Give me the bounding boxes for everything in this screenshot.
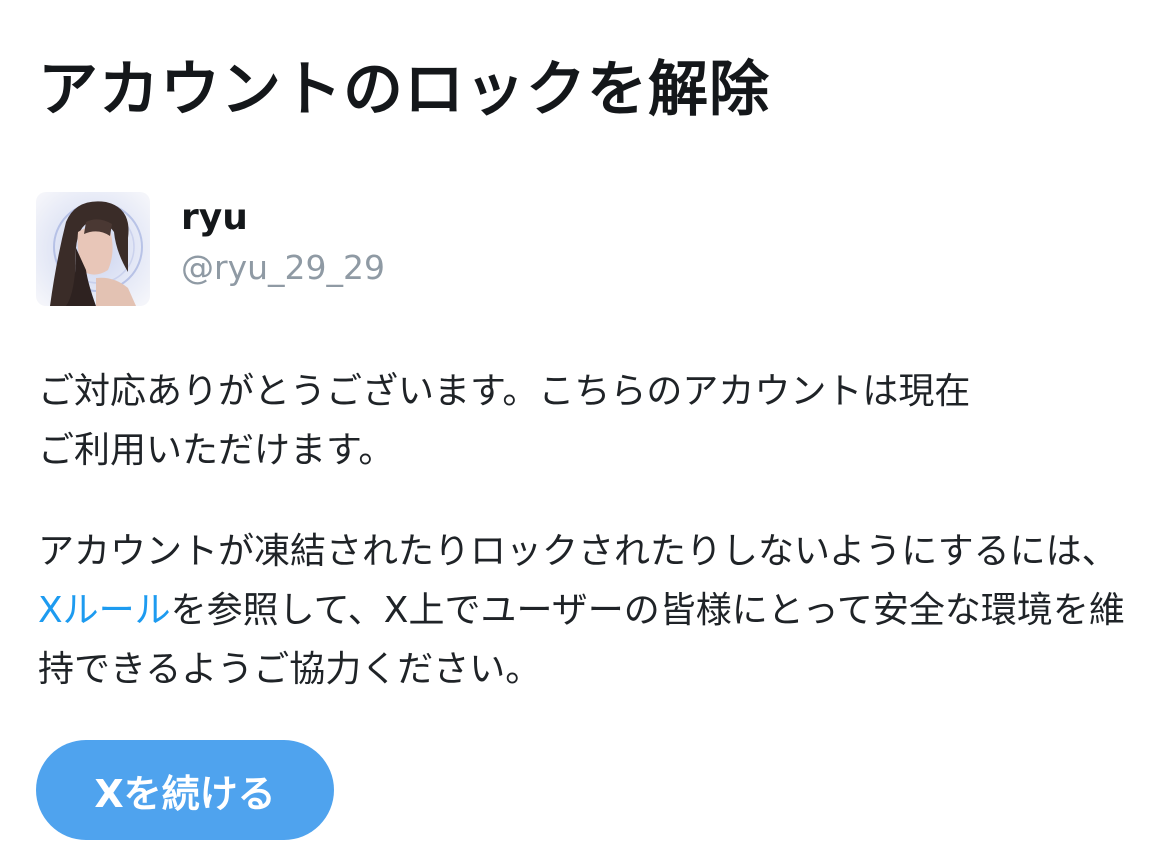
user-handle: @ryu_29_29 — [181, 248, 385, 287]
x-rules-link[interactable]: Xルール — [38, 590, 171, 631]
continue-to-x-button[interactable]: Xを続ける — [36, 740, 334, 840]
confirmation-line-1: ご対応ありがとうございます。こちらのアカウントは現在 — [38, 371, 971, 412]
guidance-prefix: アカウントが凍結されたりロックされたりしないようにするには、 — [38, 531, 1118, 572]
guidance-message: アカウントが凍結されたりロックされたりしないようにするには、 Xルールを参照して、… — [38, 522, 1138, 699]
guidance-suffix: を参照して、X上でユーザーの皆様にとって安全な環境を維持できるようご協力ください… — [38, 590, 1125, 690]
user-card: ryu @ryu_29_29 — [36, 192, 636, 308]
confirmation-message: ご対応ありがとうございます。こちらのアカウントは現在 ご利用いただけます。 — [38, 362, 1138, 480]
page-title: アカウントのロックを解除 — [38, 55, 770, 125]
confirmation-line-2: ご利用いただけます。 — [38, 430, 395, 471]
avatar — [36, 192, 150, 306]
unlock-account-page: アカウントのロックを解除 ryu @ryu_29_29 ご対応ありがとうございま… — [0, 0, 1170, 860]
display-name: ryu — [181, 197, 248, 238]
